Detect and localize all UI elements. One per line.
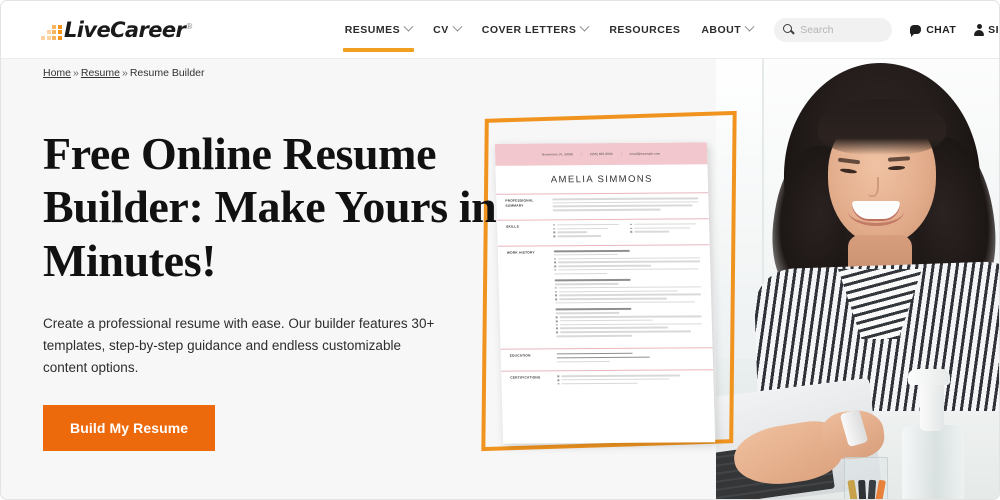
logo-wordmark: LiveCareer® (64, 17, 193, 42)
build-my-resume-button[interactable]: Build My Resume (43, 404, 216, 451)
nav-item-cover-letters[interactable]: COVER LETTERS (481, 1, 590, 59)
nav-item-about[interactable]: ABOUT (701, 1, 755, 59)
livecareer-logo[interactable]: LiveCareer® (41, 15, 193, 45)
resume-document: Hometown, FL 33000 | (555) 555-5555 | em… (494, 142, 716, 444)
sign-in-button[interactable]: SIGN IN (974, 23, 999, 36)
resume-candidate-name: AMELIA SIMMONS (550, 173, 653, 186)
site-header: LiveCareer® RESUMES CV COVER LETTERS RES… (1, 1, 999, 59)
resume-section-summary: PROFESSIONAL SUMMARY (496, 192, 709, 220)
sign-in-label: SIGN IN (988, 23, 999, 36)
nav-active-indicator (342, 48, 415, 52)
chevron-down-icon (403, 21, 414, 32)
chat-label: CHAT (926, 23, 957, 36)
breadcrumb-item-resume[interactable]: Resume (81, 67, 120, 79)
resume-preview[interactable]: Hometown, FL 33000 | (555) 555-5555 | em… (471, 110, 771, 471)
user-icon (974, 24, 985, 36)
search-input[interactable] (800, 23, 886, 36)
resume-contact-email: email@example.com (629, 151, 661, 156)
nav-item-label: CV (433, 23, 449, 36)
nav-item-label: ABOUT (701, 23, 742, 36)
breadcrumb-separator: » (73, 67, 79, 79)
photo-nose (868, 177, 879, 197)
breadcrumb-separator: » (121, 67, 128, 79)
resume-section-body (548, 223, 699, 239)
chevron-down-icon (579, 21, 590, 32)
nav-item-resumes[interactable]: RESUMES (342, 1, 415, 59)
resume-contact-separator: | (581, 152, 583, 157)
resume-section-body (549, 249, 703, 342)
nav-item-label: RESOURCES (609, 23, 681, 36)
resume-section-certifications: CERTIFICATIONS (501, 369, 714, 394)
breadcrumb: Home» Resume» Resume Builder (43, 67, 205, 79)
resume-contact-separator: | (620, 151, 622, 156)
nav-item-resources[interactable]: RESOURCES (609, 1, 680, 59)
chat-button[interactable]: CHAT (910, 23, 957, 37)
page-title: Free Online Resume Builder: Make Yours i… (43, 128, 497, 286)
main-navigation: RESUMES CV COVER LETTERS RESOURCES ABOUT (342, 1, 774, 59)
resume-section-title: EDUCATION (509, 353, 531, 358)
photo-sanitizer-bottle (902, 425, 964, 499)
chevron-down-icon (744, 21, 755, 32)
resume-contact-address: Hometown, FL 33000 (541, 152, 574, 157)
resume-section-body (547, 197, 699, 213)
breadcrumb-item-current: Resume Builder (129, 67, 205, 79)
resume-section-title: CERTIFICATIONS (510, 375, 541, 380)
resume-section-education: EDUCATION (500, 346, 714, 371)
photo-pen (858, 479, 867, 499)
nav-item-label: COVER LETTERS (481, 23, 577, 36)
resume-contact-bar: Hometown, FL 33000 | (555) 555-5555 | em… (494, 142, 708, 166)
header-actions: CHAT SIGN IN (774, 17, 999, 42)
search-icon (783, 24, 794, 35)
photo-pen-cup (844, 457, 888, 499)
page-root: LiveCareer® RESUMES CV COVER LETTERS RES… (0, 0, 1000, 500)
resume-section-title: WORK HISTORY (506, 250, 535, 255)
hero-section: Free Online Resume Builder: Make Yours i… (43, 127, 505, 451)
chat-bubble-icon (910, 25, 922, 37)
breadcrumb-item-home[interactable]: Home (43, 67, 71, 79)
resume-section-skills: SKILLS (496, 218, 710, 246)
photo-pen (866, 479, 877, 499)
nav-item-cv[interactable]: CV (433, 1, 463, 59)
resume-section-body (552, 352, 703, 365)
hero-subtext: Create a professional resume with ease. … (43, 316, 435, 375)
nav-item-label: RESUMES (344, 23, 401, 36)
photo-bangs (818, 99, 946, 155)
resume-contact-phone: (555) 555-5555 (590, 151, 613, 157)
resume-section-work-history: WORK HISTORY (497, 244, 713, 349)
chevron-down-icon (452, 21, 463, 32)
logo-trademark: ® (185, 21, 193, 31)
photo-lips (848, 196, 904, 226)
logo-bars-icon (41, 24, 62, 40)
search-box[interactable] (774, 17, 893, 42)
resume-section-title: PROFESSIONAL SUMMARY (505, 198, 534, 208)
resume-section-body (552, 374, 703, 387)
photo-sanitizer-pump (908, 369, 950, 431)
resume-section-title: SKILLS (506, 224, 520, 229)
